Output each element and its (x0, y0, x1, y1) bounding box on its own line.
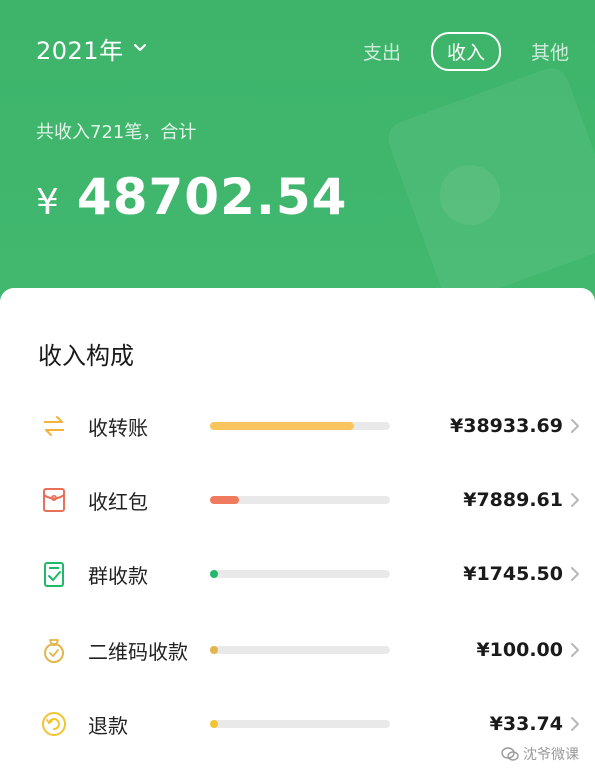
group-collection-icon (44, 562, 64, 587)
item-value: ¥100.00 (476, 639, 563, 661)
progress-fill (210, 646, 218, 654)
total-value: 48702.54 (76, 168, 348, 226)
income-summary: 共收入721笔，合计 (36, 122, 197, 143)
list-item-red-packet[interactable]: 收红包 ¥7889.61 (0, 470, 595, 530)
wechat-official-account-icon (501, 747, 519, 761)
progress-fill (210, 422, 354, 430)
progress-track (210, 646, 390, 654)
header: 2021年 支出 收入 其他 共收入721笔，合计 ¥ 48702.54 (0, 0, 595, 300)
item-value: ¥1745.50 (463, 563, 563, 585)
year-selector[interactable]: 2021年 (36, 30, 148, 66)
tab-income[interactable]: 收入 (430, 32, 501, 71)
item-value: ¥33.74 (489, 713, 563, 735)
year-label: 2021年 (36, 36, 124, 65)
item-value: ¥38933.69 (450, 415, 563, 437)
item-label: 收转账 (88, 415, 148, 440)
item-label: 二维码收款 (88, 639, 188, 664)
chevron-right-icon (571, 717, 579, 731)
progress-track (210, 570, 390, 578)
tab-other[interactable]: 其他 (531, 38, 569, 65)
item-label: 退款 (88, 713, 128, 738)
watermark: 沈爷微课 (501, 744, 579, 764)
chevron-down-icon (133, 43, 146, 52)
qr-money-bag-icon (44, 639, 64, 663)
list-item-qr-code[interactable]: 二维码收款 ¥100.00 (0, 620, 595, 680)
progress-track (210, 720, 390, 728)
progress-track (210, 422, 390, 430)
tab-bar: 支出 收入 其他 (333, 32, 569, 71)
chevron-right-icon (571, 643, 579, 657)
progress-fill (210, 496, 239, 504)
item-label: 收红包 (88, 489, 148, 514)
progress-fill (210, 720, 218, 728)
chevron-right-icon (571, 493, 579, 507)
card-title: 收入构成 (38, 342, 134, 370)
transfer-icon (44, 416, 64, 436)
progress-fill (210, 570, 218, 578)
income-breakdown-card: 收入构成 收转账 ¥38933.69 收红包 ¥7889.61 群收款 ¥174… (0, 288, 595, 776)
list-item-transfer[interactable]: 收转账 ¥38933.69 (0, 396, 595, 456)
total-amount: ¥ 48702.54 (36, 168, 347, 226)
decoration-circle (440, 165, 500, 225)
watermark-text: 沈爷微课 (523, 747, 579, 763)
tab-expense[interactable]: 支出 (363, 38, 401, 65)
progress-track (210, 496, 390, 504)
item-label: 群收款 (88, 563, 148, 588)
list-item-group-collection[interactable]: 群收款 ¥1745.50 (0, 544, 595, 604)
chevron-right-icon (571, 567, 579, 581)
item-value: ¥7889.61 (463, 489, 563, 511)
currency-symbol: ¥ (36, 182, 59, 223)
red-packet-icon (43, 488, 65, 512)
refund-icon (42, 712, 66, 736)
chevron-right-icon (571, 419, 579, 433)
